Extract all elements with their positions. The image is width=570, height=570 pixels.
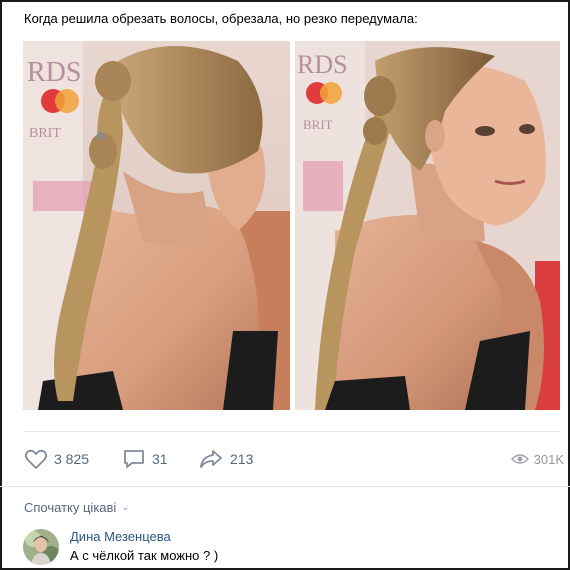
post-photo-left[interactable]: RDS BRIT [23,41,290,410]
post-actions: 3 825 31 213 301K [24,446,564,472]
comment-text: А с чёлкой так можно ? ) [70,548,219,563]
shares-count: 213 [230,451,254,467]
sort-label: Спочатку цікаві [24,500,117,515]
comments-count: 31 [152,451,168,467]
like-button[interactable]: 3 825 [24,446,89,472]
avatar[interactable] [23,529,59,565]
avatar-image [23,529,59,565]
svg-text:BRIT: BRIT [29,126,61,141]
heart-icon [24,449,48,469]
comment-author-link[interactable]: Дина Мезенцева [70,529,171,544]
svg-text:RDS: RDS [27,57,81,88]
views-count: 301K [533,451,564,467]
comments-sort-dropdown[interactable]: Спочатку цікаві ⌄ [24,500,130,515]
comment-button[interactable]: 31 [122,446,168,472]
views-counter: 301K [510,446,564,472]
chevron-down-icon: ⌄ [121,502,130,513]
svg-text:BRIT: BRIT [303,117,333,132]
comments-divider [0,486,570,487]
share-button[interactable]: 213 [198,446,253,472]
likes-count: 3 825 [54,451,90,467]
photo-right-image: RDS BRIT [295,41,560,410]
photo-left-image: RDS BRIT [23,41,290,410]
post-photo-right[interactable]: RDS BRIT [295,41,560,410]
post-text: Когда решила обрезать волосы, обрезала, … [24,11,418,26]
share-arrow-icon [200,450,222,468]
comment-icon [124,450,144,468]
post-divider [24,431,560,432]
svg-text:RDS: RDS [297,50,348,79]
eye-icon [510,454,529,464]
